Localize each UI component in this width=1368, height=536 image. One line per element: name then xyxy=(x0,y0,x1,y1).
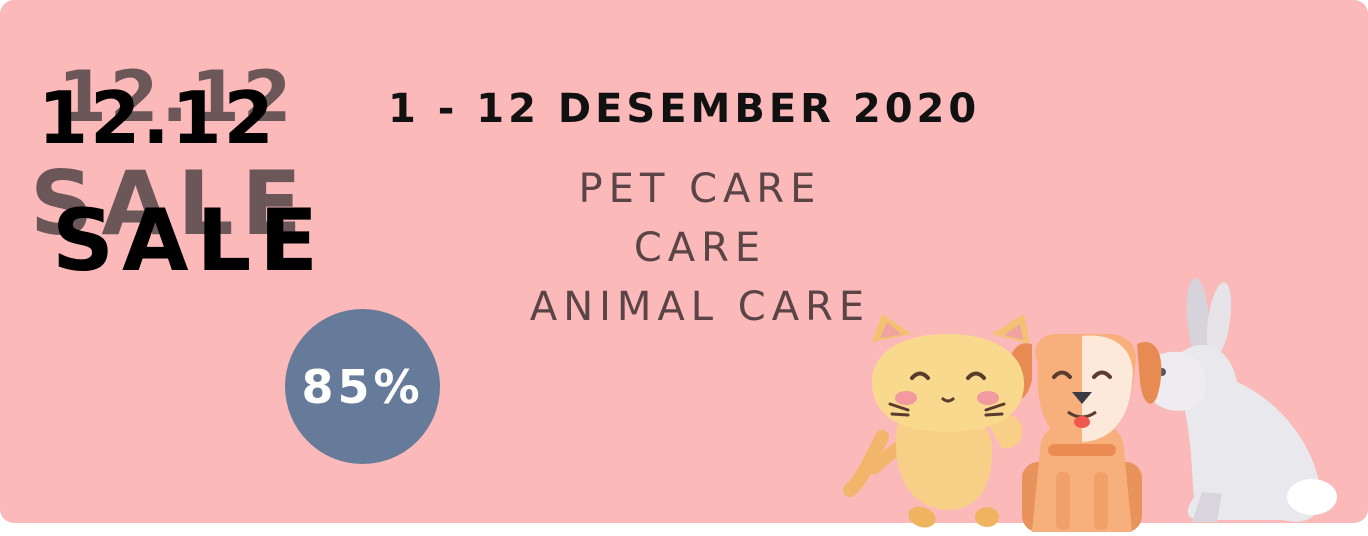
cat-icon xyxy=(843,314,1030,528)
promo-banner[interactable]: 12.12 SALE 12.12 SALE 1 - 12 DESEMBER 20… xyxy=(0,0,1368,532)
event-number: 12.12 xyxy=(38,76,276,160)
category-item: ANIMAL CARE xyxy=(529,284,871,330)
discount-badge: 85% xyxy=(285,309,440,464)
rabbit-icon xyxy=(1142,278,1337,522)
dog-icon xyxy=(1008,334,1162,532)
date-range: 1 - 12 DESEMBER 2020 xyxy=(388,86,981,132)
discount-label: 85% xyxy=(301,359,424,414)
category-item: CARE xyxy=(633,225,767,271)
pets-illustration xyxy=(843,278,1337,532)
category-list: PET CARE CARE ANIMAL CARE xyxy=(520,160,880,337)
category-item: PET CARE xyxy=(578,166,822,212)
event-word: SALE xyxy=(52,191,327,291)
